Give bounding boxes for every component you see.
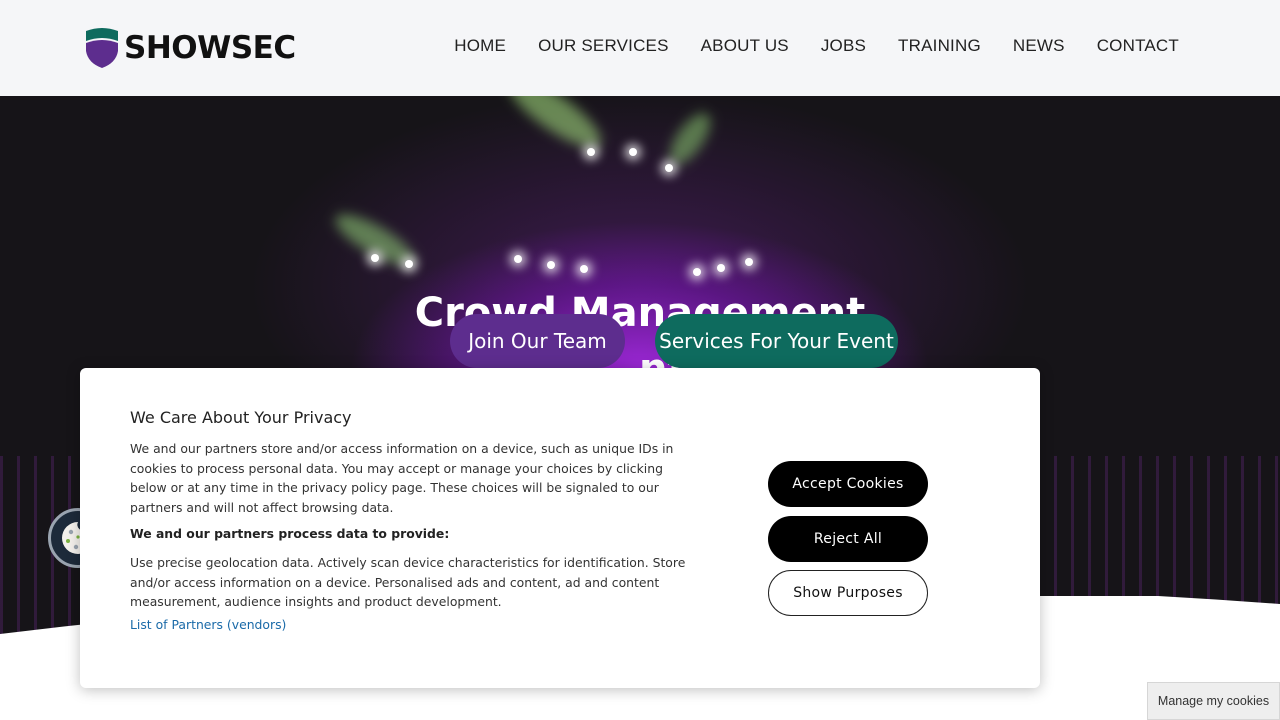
reject-all-button[interactable]: Reject All [768,516,928,562]
main-nav: HOME OUR SERVICES ABOUT US JOBS TRAINING… [422,36,1179,56]
stage-light [665,164,673,172]
stage-light [580,265,588,273]
show-purposes-button[interactable]: Show Purposes [768,570,928,616]
stage-light [745,258,753,266]
stage-light [405,260,413,268]
join-our-team-button[interactable]: Join Our Team [450,314,625,368]
stage-light [629,148,637,156]
dialog-process-heading: We and our partners process data to prov… [130,526,450,541]
nav-jobs[interactable]: JOBS [821,36,866,56]
stage-light [514,255,522,263]
dialog-process-text: Use precise geolocation data. Actively s… [130,555,686,609]
accept-cookies-button[interactable]: Accept Cookies [768,461,928,507]
stage-beam [662,106,718,172]
partners-vendors-link[interactable]: List of Partners (vendors) [130,617,286,632]
nav-home[interactable]: HOME [454,36,506,56]
nav-our-services[interactable]: OUR SERVICES [538,36,669,56]
stage-light [717,264,725,272]
nav-about-us[interactable]: ABOUT US [701,36,789,56]
privacy-consent-dialog: We Care About Your Privacy We and our pa… [80,368,1040,688]
dialog-intro-text: We and our partners store and/or access … [130,441,674,515]
stage-light [587,148,595,156]
logo[interactable]: SHOWSEC [84,26,296,70]
shield-logo-icon [86,28,118,68]
nav-training[interactable]: TRAINING [898,36,981,56]
nav-news[interactable]: NEWS [1013,36,1065,56]
stage-light [547,261,555,269]
stage-light [693,268,701,276]
stage-light [371,254,379,262]
services-for-your-event-button[interactable]: Services For Your Event [655,314,898,368]
site-header: SHOWSEC HOME OUR SERVICES ABOUT US JOBS … [0,0,1280,96]
logo-text: SHOWSEC [124,30,296,66]
nav-contact[interactable]: CONTACT [1097,36,1179,56]
dialog-title: We Care About Your Privacy [130,408,352,427]
hero-title: Crowd Management [414,290,866,336]
manage-cookies-button[interactable]: Manage my cookies [1147,682,1280,720]
